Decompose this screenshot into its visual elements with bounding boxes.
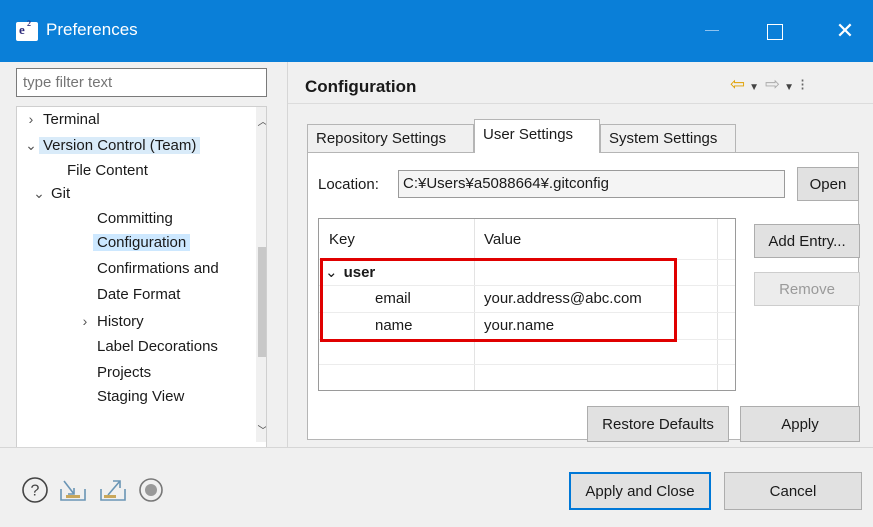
tree-vertical-scrollbar[interactable]: ︿ ﹀ bbox=[256, 107, 267, 442]
record-icon[interactable] bbox=[136, 475, 166, 505]
tree-item-committing[interactable]: Committing bbox=[93, 207, 177, 233]
dropdown-arrow-icon[interactable]: ▼ bbox=[749, 82, 759, 93]
page-navigation: ⇦ ▼ ⇨ ▼ ⁝ bbox=[730, 74, 805, 95]
tab-user-settings[interactable]: User Settings bbox=[474, 119, 600, 153]
tree-item-staging-view[interactable]: Staging View bbox=[93, 385, 188, 411]
forward-arrow-icon[interactable]: ⇨ bbox=[765, 74, 780, 94]
tree-item-label: Date Format bbox=[97, 286, 181, 303]
back-arrow-icon[interactable]: ⇦ bbox=[730, 74, 745, 94]
tree-item-configuration[interactable]: Configuration bbox=[93, 231, 191, 257]
apply-and-close-button[interactable]: Apply and Close bbox=[569, 472, 711, 510]
column-divider[interactable] bbox=[717, 219, 718, 390]
tree-item-projects[interactable]: Projects bbox=[93, 361, 155, 387]
scroll-down-icon[interactable]: ﹀ bbox=[256, 422, 267, 438]
tree-item-label: Configuration bbox=[93, 234, 191, 251]
title-bar: e2 Preferences ✕ bbox=[0, 0, 873, 62]
tree-item-label: Terminal bbox=[43, 111, 100, 128]
pane-divider[interactable] bbox=[287, 62, 288, 447]
restore-defaults-button[interactable]: Restore Defaults bbox=[587, 406, 729, 442]
tab-system-settings[interactable]: System Settings bbox=[600, 124, 736, 152]
scroll-up-icon[interactable]: ︿ bbox=[256, 113, 267, 129]
minimize-button[interactable] bbox=[700, 18, 726, 44]
chevron-right-icon[interactable]: › bbox=[23, 107, 39, 131]
row-divider bbox=[319, 364, 735, 365]
apply-button[interactable]: Apply bbox=[740, 406, 860, 442]
help-icon[interactable]: ? bbox=[20, 475, 50, 505]
tree-item-label: File Content bbox=[67, 162, 148, 179]
export-icon[interactable] bbox=[98, 475, 128, 505]
tree-item-label-decorations[interactable]: Label Decorations bbox=[93, 335, 222, 361]
tree-item-label: Projects bbox=[97, 364, 152, 381]
remove-button[interactable]: Remove bbox=[754, 272, 860, 306]
tree-item-label: History bbox=[97, 313, 144, 330]
eclipse-app-icon: e2 bbox=[16, 19, 38, 41]
tree-item-label: Committing bbox=[97, 210, 173, 227]
tree-item-history[interactable]: › History bbox=[77, 309, 148, 335]
open-button[interactable]: Open bbox=[797, 167, 859, 201]
location-label: Location: bbox=[318, 176, 379, 193]
tree-item-file-content[interactable]: File Content bbox=[63, 159, 152, 185]
tree-item-version-control[interactable]: ⌄ Version Control (Team) bbox=[23, 133, 201, 159]
window-title: Preferences bbox=[46, 20, 138, 39]
tree-item-label: Git bbox=[51, 185, 71, 202]
filter-input[interactable] bbox=[16, 68, 267, 97]
svg-text:?: ? bbox=[31, 483, 40, 500]
header-divider bbox=[288, 103, 873, 104]
tree-item-git[interactable]: ⌄ Git bbox=[27, 181, 74, 207]
chevron-down-icon[interactable]: ⌄ bbox=[23, 133, 39, 157]
tree-item-terminal[interactable]: › Terminal bbox=[23, 107, 104, 133]
tab-repository-settings[interactable]: Repository Settings bbox=[307, 124, 474, 152]
tree-item-confirmations[interactable]: Confirmations and bbox=[93, 257, 223, 283]
tree-item-date-format[interactable]: Date Format bbox=[93, 283, 184, 309]
cancel-button[interactable]: Cancel bbox=[724, 472, 862, 510]
maximize-button[interactable] bbox=[762, 18, 788, 44]
add-entry-button[interactable]: Add Entry... bbox=[754, 224, 860, 258]
preference-tree: › Terminal ⌄ Version Control (Team) File C… bbox=[16, 106, 267, 478]
key-column-header[interactable]: Key bbox=[329, 231, 355, 248]
left-pane: ›Terminal ⌄Version Control (Team) File C… bbox=[0, 62, 287, 478]
location-field[interactable]: C:¥Users¥a5088664¥.gitconfig bbox=[398, 170, 785, 198]
tree-item-label: Label Decorations bbox=[97, 338, 218, 355]
import-icon[interactable] bbox=[58, 475, 88, 505]
dropdown-arrow-icon[interactable]: ▼ bbox=[784, 82, 794, 93]
scrollbar-thumb[interactable] bbox=[258, 247, 266, 357]
chevron-down-icon[interactable]: ⌄ bbox=[31, 181, 47, 205]
tree-item-label: Confirmations and bbox=[97, 260, 219, 277]
tree-item-label: Version Control (Team) bbox=[39, 137, 201, 154]
view-menu-icon[interactable]: ⁝ bbox=[800, 77, 805, 94]
app-icon-letter: e bbox=[19, 22, 25, 37]
close-button[interactable]: ✕ bbox=[832, 18, 858, 44]
page-title: Configuration bbox=[305, 77, 417, 96]
chevron-right-icon[interactable]: › bbox=[77, 309, 93, 333]
tree-item-label: Staging View bbox=[97, 388, 185, 405]
highlight-box bbox=[320, 258, 677, 342]
value-column-header[interactable]: Value bbox=[484, 231, 521, 248]
